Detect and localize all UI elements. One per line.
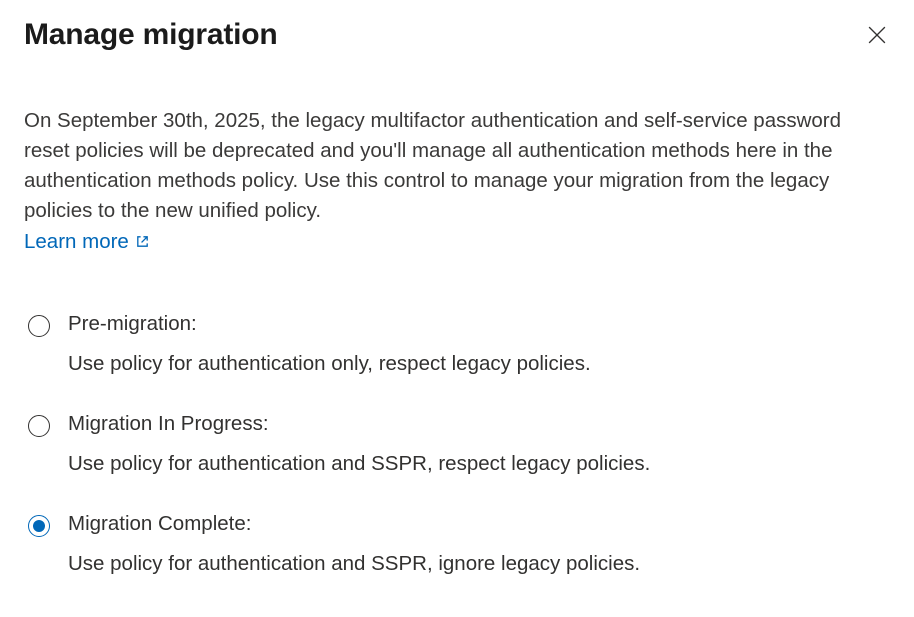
option-text: Migration Complete: Use policy for authe… bbox=[68, 512, 640, 576]
close-button[interactable] bbox=[864, 22, 890, 48]
close-icon bbox=[868, 26, 886, 44]
radio-migration-complete[interactable] bbox=[28, 515, 50, 537]
description-text: On September 30th, 2025, the legacy mult… bbox=[24, 106, 890, 226]
option-migration-in-progress[interactable]: Migration In Progress: Use policy for au… bbox=[28, 412, 890, 476]
dialog-header: Manage migration bbox=[24, 18, 890, 52]
option-pre-migration[interactable]: Pre-migration: Use policy for authentica… bbox=[28, 312, 890, 376]
learn-more-label: Learn more bbox=[24, 230, 129, 254]
learn-more-link[interactable]: Learn more bbox=[24, 230, 150, 254]
radio-group: Pre-migration: Use policy for authentica… bbox=[24, 312, 890, 576]
option-label: Migration In Progress: bbox=[68, 412, 650, 436]
option-text: Migration In Progress: Use policy for au… bbox=[68, 412, 650, 476]
option-migration-complete[interactable]: Migration Complete: Use policy for authe… bbox=[28, 512, 890, 576]
option-text: Pre-migration: Use policy for authentica… bbox=[68, 312, 591, 376]
option-label: Pre-migration: bbox=[68, 312, 591, 336]
option-description: Use policy for authentication and SSPR, … bbox=[68, 452, 650, 476]
radio-pre-migration[interactable] bbox=[28, 315, 50, 337]
radio-migration-in-progress[interactable] bbox=[28, 415, 50, 437]
option-description: Use policy for authentication and SSPR, … bbox=[68, 552, 640, 576]
option-description: Use policy for authentication only, resp… bbox=[68, 352, 591, 376]
dialog-title: Manage migration bbox=[24, 18, 278, 52]
external-link-icon bbox=[135, 234, 150, 249]
description-block: On September 30th, 2025, the legacy mult… bbox=[24, 106, 890, 254]
option-label: Migration Complete: bbox=[68, 512, 640, 536]
